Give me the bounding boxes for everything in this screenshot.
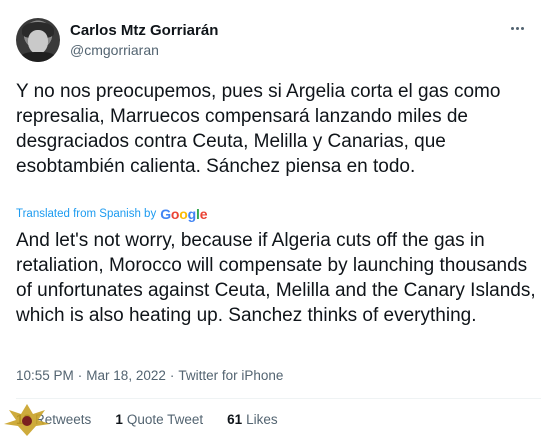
tweet-card: Carlos Mtz Gorriarán @cmgorriaran Y no n…: [0, 0, 557, 439]
google-logo: Google: [160, 206, 208, 222]
display-name[interactable]: Carlos Mtz Gorriarán: [70, 22, 218, 39]
tweet-source[interactable]: Twitter for iPhone: [178, 368, 283, 383]
tweet-meta: 10:55 PM · Mar 18, 2022 · Twitter for iPhone: [16, 368, 284, 383]
likes-count: 61: [227, 412, 243, 427]
more-dot: [515, 26, 519, 30]
more-dot: [510, 26, 514, 30]
quote-tweets-stat[interactable]: 1 Quote Tweet: [115, 412, 203, 427]
divider: [16, 398, 541, 399]
user-handle[interactable]: @cmgorriaran: [70, 42, 159, 58]
avatar-shirt: [20, 52, 56, 62]
quote-tweets-count: 1: [115, 412, 123, 427]
tweet-timestamp[interactable]: 10:55 PM · Mar 18, 2022: [16, 368, 166, 383]
likes-stat[interactable]: 61 Likes: [227, 412, 278, 427]
likes-label: Likes: [246, 412, 278, 427]
tweet-translated-text: And let's not worry, because if Algeria …: [16, 230, 536, 326]
translation-attribution[interactable]: Translated from Spanish by Google: [16, 206, 207, 222]
avatar-face: [28, 30, 48, 54]
tweet-stats: 13Retweets 1Quote Tweet 61Likes: [16, 412, 278, 427]
more-dot: [520, 26, 524, 30]
tweet-date: Mar 18, 2022: [86, 368, 166, 383]
translated-label: Translated from Spanish by: [16, 208, 157, 220]
avatar[interactable]: [16, 18, 60, 62]
more-options-icon[interactable]: [506, 18, 528, 38]
quote-tweets-label: Quote Tweet: [126, 412, 204, 427]
watermark-emblem: [4, 404, 50, 436]
tweet-original-text: Y no nos preocupemos, pues si Argelia co…: [16, 81, 501, 177]
tweet-time: 10:55 PM: [16, 368, 74, 383]
